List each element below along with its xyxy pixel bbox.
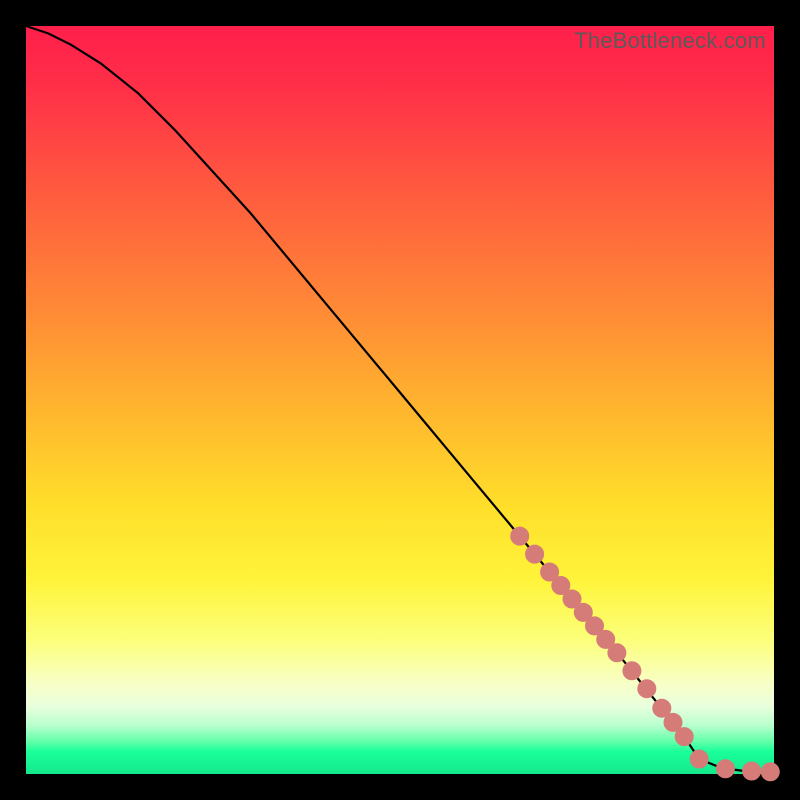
curve-marker bbox=[608, 644, 626, 662]
curve-marker bbox=[675, 728, 693, 746]
curve-layer bbox=[26, 26, 774, 774]
curve-marker bbox=[623, 662, 641, 680]
chart-frame: TheBottleneck.com bbox=[0, 0, 800, 800]
curve-marker bbox=[743, 762, 761, 780]
bottleneck-curve bbox=[26, 26, 774, 772]
curve-markers bbox=[511, 527, 780, 781]
curve-marker bbox=[511, 527, 529, 545]
plot-area: TheBottleneck.com bbox=[26, 26, 774, 774]
curve-marker bbox=[638, 680, 656, 698]
curve-marker bbox=[690, 750, 708, 768]
curve-marker bbox=[761, 763, 779, 781]
curve-marker bbox=[716, 760, 734, 778]
curve-marker bbox=[526, 545, 544, 563]
